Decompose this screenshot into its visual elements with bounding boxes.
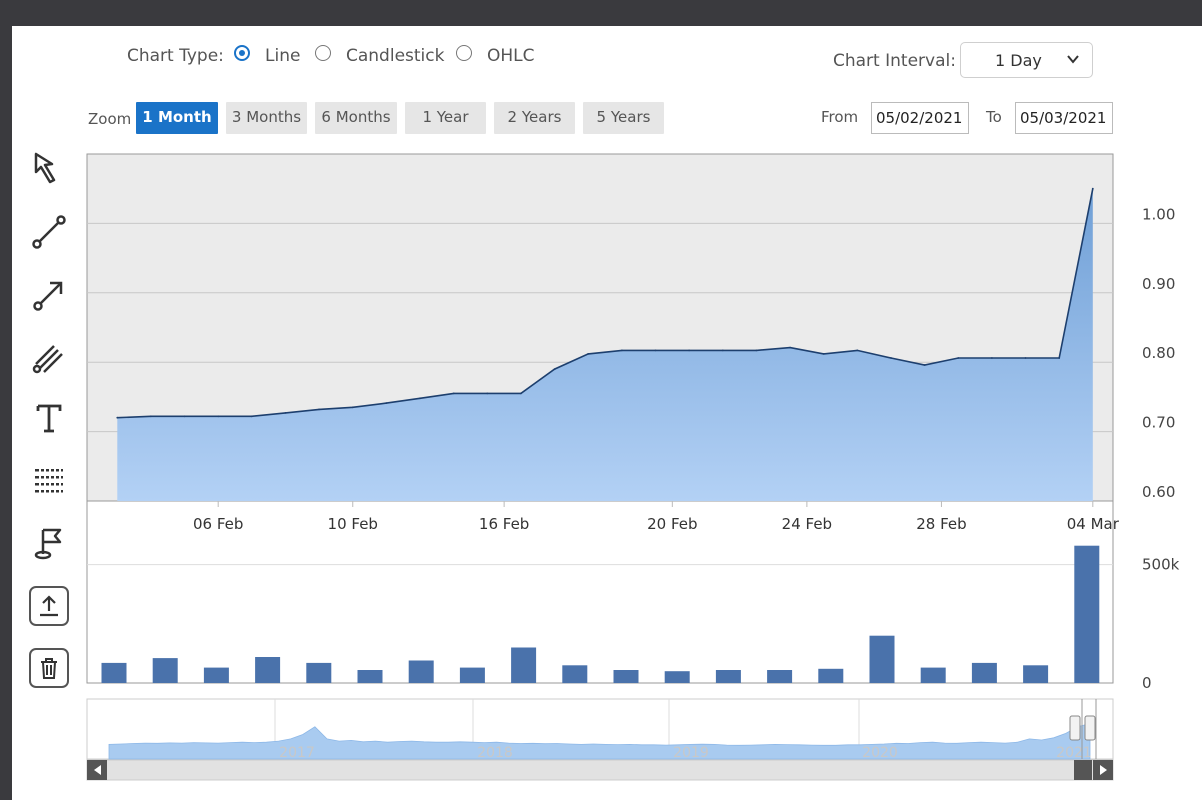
volume-tick-label: 500k xyxy=(1142,556,1180,574)
volume-bar xyxy=(869,635,895,683)
price-point xyxy=(957,357,960,359)
scrollbar-thumb[interactable] xyxy=(1074,760,1092,780)
volume-bar xyxy=(613,670,639,683)
price-point xyxy=(822,353,825,355)
volume-bar xyxy=(920,667,946,683)
price-point xyxy=(856,349,859,352)
price-point xyxy=(789,346,791,349)
volume-bar xyxy=(1074,545,1100,683)
volume-bar xyxy=(357,670,383,683)
price-point xyxy=(486,392,489,395)
x-tick-label: 16 Feb xyxy=(479,515,529,533)
navigator-year-label: 2020 xyxy=(862,745,898,761)
price-point xyxy=(621,349,623,352)
volume-bar xyxy=(306,662,332,683)
price-point xyxy=(1024,357,1027,359)
price-point xyxy=(351,406,354,409)
price-tick-label: 0.80 xyxy=(1142,344,1175,362)
price-point xyxy=(890,357,892,359)
volume-bar xyxy=(459,667,485,683)
volume-bar xyxy=(562,665,588,684)
chart-area[interactable]: 0.60 0.70 0.80 0.90 1.00 06 Feb 10 Feb 16 Feb 20… xyxy=(12,26,1202,800)
scrollbar-track[interactable] xyxy=(86,759,1114,781)
price-point xyxy=(755,349,758,352)
price-point xyxy=(688,349,690,352)
price-point xyxy=(654,349,657,352)
navigator-year-label: 2017 xyxy=(279,745,315,761)
volume-bar xyxy=(255,657,281,683)
price-point xyxy=(419,397,421,400)
price-point xyxy=(1058,357,1061,359)
x-tick-label: 24 Feb xyxy=(782,515,832,533)
price-point xyxy=(385,402,388,404)
volume-bar xyxy=(511,647,537,683)
volume-bar xyxy=(971,662,997,683)
price-point xyxy=(250,415,253,418)
volume-bar xyxy=(767,670,793,683)
navigator-handle-right[interactable] xyxy=(1084,715,1096,741)
price-point xyxy=(217,415,220,418)
price-tick-label: 0.70 xyxy=(1142,414,1175,432)
x-tick-label: 04 Mar xyxy=(1067,515,1120,533)
navigator-handle-left[interactable] xyxy=(1069,715,1081,741)
price-point xyxy=(923,364,926,366)
volume-bar xyxy=(664,671,690,683)
x-tick-label: 28 Feb xyxy=(916,515,966,533)
price-point xyxy=(116,416,119,419)
x-tick-label: 06 Feb xyxy=(193,515,243,533)
volume-bar xyxy=(203,667,229,683)
price-point xyxy=(452,392,455,395)
price-point xyxy=(520,392,522,395)
price-tick-label: 0.90 xyxy=(1142,275,1175,293)
price-point xyxy=(991,357,993,359)
price-point xyxy=(150,415,152,418)
price-point xyxy=(553,368,556,370)
navigator-year-label: 2018 xyxy=(477,745,513,761)
price-point xyxy=(284,412,287,414)
chart-panel: Chart Type: Line Candlestick OHLC Chart … xyxy=(12,26,1202,800)
x-tick-label: 20 Feb xyxy=(647,515,697,533)
price-tick-label: 1.00 xyxy=(1142,205,1175,223)
navigator-year-label: 2019 xyxy=(673,745,709,761)
price-point xyxy=(1091,187,1094,190)
price-point xyxy=(587,353,590,355)
volume-tick-label: 0 xyxy=(1142,674,1152,692)
volume-bar xyxy=(1023,665,1049,684)
price-tick-label: 0.60 xyxy=(1142,483,1175,501)
volume-bar xyxy=(818,668,844,683)
price-point xyxy=(721,349,724,352)
price-point xyxy=(183,415,186,418)
volume-bar xyxy=(152,658,178,683)
navigator-year-label: 2021 xyxy=(1056,745,1092,761)
x-tick-label: 10 Feb xyxy=(328,515,378,533)
price-point xyxy=(318,408,320,411)
volume-bar xyxy=(408,660,434,683)
volume-bar xyxy=(101,662,127,683)
volume-bar xyxy=(715,670,741,683)
